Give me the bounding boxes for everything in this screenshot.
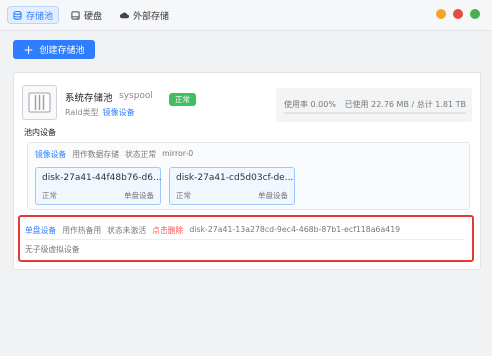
database-icon — [13, 10, 22, 20]
usage-progress-bar — [284, 112, 466, 114]
mirror-status: 状态正常 — [124, 150, 157, 159]
spare-disk-name: disk-27a41-13a278cd-9ec4-468b-87b1-ecf11… — [189, 225, 401, 234]
pool-panel: 系统存储池 syspool Raid类型 镜像设备 正常 使用率 0.00% 已使… — [13, 72, 481, 270]
spare-purpose: 用作热备用 — [62, 226, 102, 235]
divider — [25, 239, 465, 240]
create-pool-button[interactable]: + 创建存储池 — [13, 40, 95, 59]
usage-detail: 已使用 22.76 MB / 总计 1.81 TB — [344, 100, 466, 109]
delete-spare-link[interactable]: 点击删除 — [152, 225, 183, 236]
minimize-button[interactable] — [436, 9, 446, 19]
spare-device-group: 单盘设备 用作热备用 状态未激活 点击删除 disk-27a41-13a278c… — [18, 215, 474, 262]
mirror-name: mirror-0 — [162, 149, 194, 158]
pool-summary: 系统存储池 syspool Raid类型 镜像设备 正常 使用率 0.00% 已使… — [22, 81, 472, 122]
tab-external-storage-label: 外部存储 — [133, 11, 170, 22]
disk-state: 正常 — [176, 191, 191, 200]
tab-hard-disk-label: 硬盘 — [84, 11, 103, 22]
cloud-icon — [120, 11, 129, 20]
disk-role: 单盘设备 — [258, 191, 288, 200]
storage-pool-icon — [22, 85, 57, 120]
hard-disk-icon — [71, 10, 80, 20]
pool-type-label: Raid类型 — [65, 108, 99, 117]
disk-role: 单盘设备 — [124, 191, 154, 200]
tab-storage-pool[interactable]: 存储池 — [7, 6, 60, 24]
maximize-button[interactable] — [470, 9, 480, 19]
plus-icon: + — [23, 42, 34, 57]
top-tab-bar: 存储池 硬盘 外部存储 — [0, 0, 492, 31]
spare-children-note: 无子级虚拟设备 — [25, 245, 80, 254]
pool-type-value[interactable]: 镜像设备 — [103, 108, 135, 117]
tab-external-storage[interactable]: 外部存储 — [120, 6, 169, 24]
mirror-device-type[interactable]: 镜像设备 — [35, 149, 66, 160]
disk-state: 正常 — [42, 191, 57, 200]
app-window: 存储池 硬盘 外部存储 + 创建存储池 系统存储池 syspool Raid类型… — [0, 0, 492, 356]
spare-status: 状态未激活 — [107, 226, 147, 235]
usage-rate: 使用率 0.00% — [284, 100, 336, 109]
status-badge: 正常 — [169, 93, 196, 106]
pool-id: syspool — [119, 91, 153, 101]
spare-meta: 单盘设备 用作热备用 状态未激活 点击删除 disk-27a41-13a278c… — [25, 225, 400, 236]
mirror-purpose: 用作数据存储 — [72, 150, 119, 159]
disk-card[interactable]: disk-27a41-44f48b76-d6... 正常 单盘设备 — [35, 167, 162, 205]
spare-device-type[interactable]: 单盘设备 — [25, 225, 56, 236]
pool-type: Raid类型 镜像设备 — [65, 107, 135, 118]
disk-name: disk-27a41-cd5d03cf-de... — [176, 173, 294, 183]
mirror-meta: 镜像设备 用作数据存储 状态正常 mirror-0 — [35, 149, 193, 160]
devices-section-title: 池内设备 — [24, 128, 56, 137]
tab-storage-pool-label: 存储池 — [26, 11, 54, 22]
mirror-device-group: 镜像设备 用作数据存储 状态正常 mirror-0 disk-27a41-44f… — [27, 142, 470, 210]
create-pool-label: 创建存储池 — [39, 46, 85, 56]
pool-name: 系统存储池 — [65, 93, 113, 104]
disk-card[interactable]: disk-27a41-cd5d03cf-de... 正常 单盘设备 — [169, 167, 295, 205]
close-button[interactable] — [453, 9, 463, 19]
usage-box: 使用率 0.00% 已使用 22.76 MB / 总计 1.81 TB — [276, 88, 472, 122]
disk-name: disk-27a41-44f48b76-d6... — [42, 173, 162, 183]
tab-hard-disk[interactable]: 硬盘 — [71, 6, 102, 24]
window-controls — [436, 9, 480, 19]
spare-device-content: 单盘设备 用作热备用 状态未激活 点击删除 disk-27a41-13a278c… — [25, 220, 465, 257]
